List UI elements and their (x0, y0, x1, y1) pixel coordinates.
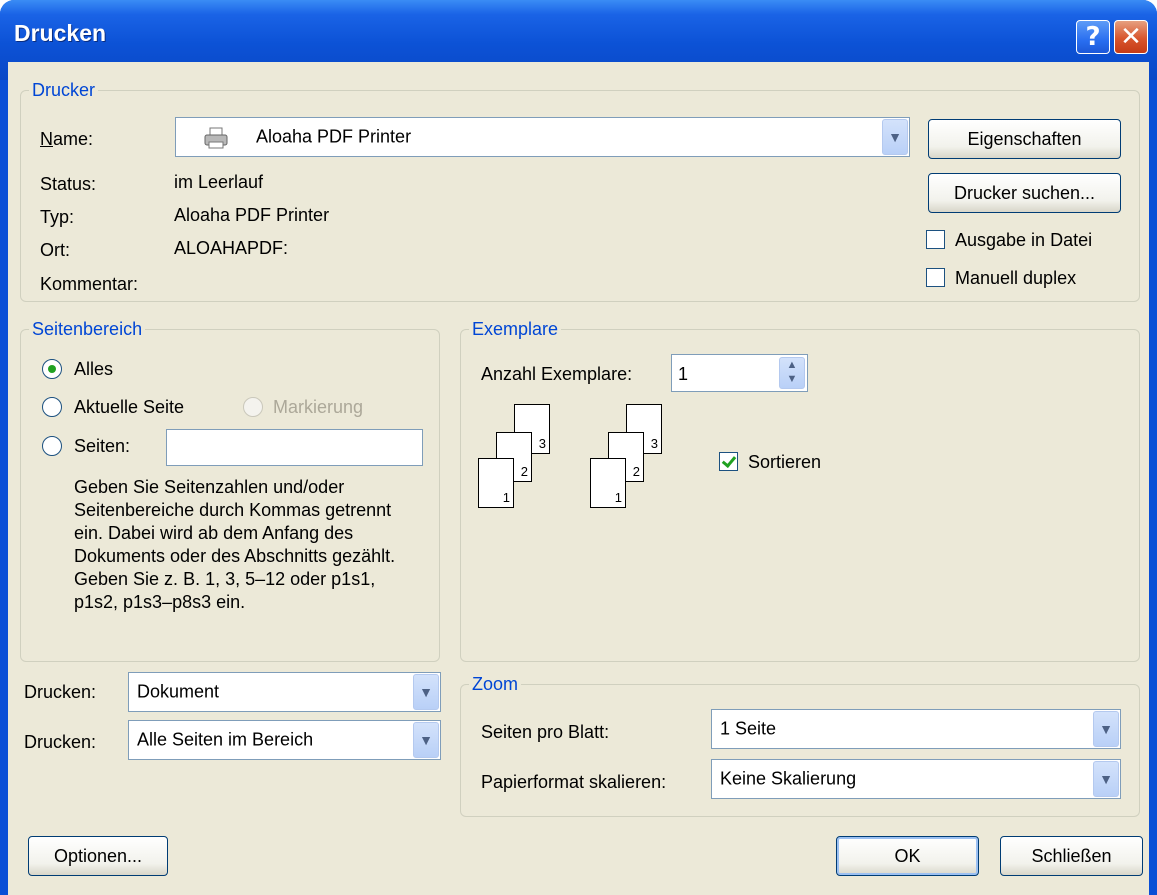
printer-select[interactable]: Aloaha PDF Printer ▼ (175, 117, 910, 157)
page-range-group-title: Seitenbereich (29, 319, 146, 340)
radio-selection[interactable] (243, 397, 263, 417)
chevron-down-icon[interactable]: ▼ (413, 722, 439, 758)
page-number: 2 (520, 464, 528, 479)
page-number: 3 (538, 436, 546, 451)
properties-button-label: Eigenschaften (967, 129, 1082, 149)
page-sheet: 1 (590, 458, 626, 508)
print-what-label: Drucken: (24, 682, 97, 702)
collate-checkbox[interactable] (719, 452, 738, 471)
zoom-group-title: Zoom (469, 674, 522, 695)
close-button-label: Schließen (1031, 846, 1112, 866)
chevron-down-icon[interactable]: ▼ (413, 674, 439, 710)
properties-button[interactable]: Eigenschaften (928, 119, 1121, 159)
printer-name-label: Name: (40, 129, 94, 149)
radio-pages-label[interactable]: Seiten: (74, 436, 130, 457)
manual-duplex-checkbox[interactable] (926, 268, 945, 287)
scale-label: Papierformat skalieren: (481, 772, 667, 792)
print-what-select[interactable]: Dokument ▼ (128, 672, 441, 712)
print-to-file-label[interactable]: Ausgabe in Datei (955, 230, 1092, 251)
printer-name-label-rest: ame: (53, 129, 94, 149)
copies-count-value: 1 (678, 364, 689, 384)
location-value: ALOAHAPDF: (174, 238, 289, 258)
help-button[interactable]: ? (1076, 20, 1110, 54)
scale-select[interactable]: Keine Skalierung ▼ (711, 759, 1121, 799)
chevron-down-icon[interactable]: ▼ (1093, 761, 1119, 797)
comment-label: Kommentar: (40, 274, 139, 294)
radio-selection-label[interactable]: Markierung (273, 397, 363, 418)
dialog-body: Drucker Name: Aloaha PDF Printer ▼ Eigen… (8, 62, 1149, 895)
radio-all[interactable] (42, 359, 62, 379)
status-label: Status: (40, 174, 97, 194)
manual-duplex-label[interactable]: Manuell duplex (955, 268, 1076, 289)
copies-count-label: Anzahl Exemplare: (481, 364, 633, 384)
find-printer-button[interactable]: Drucker suchen... (928, 173, 1121, 213)
type-label: Typ: (40, 207, 75, 227)
status-value: im Leerlauf (174, 172, 264, 192)
printer-icon (204, 127, 228, 149)
collated-pages-illustration: 3 2 1 (478, 404, 558, 514)
ok-button[interactable]: OK (836, 836, 979, 876)
page-number: 1 (614, 490, 622, 505)
close-window-button[interactable]: ✕ (1114, 20, 1148, 54)
radio-current-page-label[interactable]: Aktuelle Seite (74, 397, 184, 418)
ok-button-label: OK (894, 846, 921, 866)
location-label: Ort: (40, 240, 70, 260)
print-what-value: Dokument (137, 681, 220, 702)
chevron-down-icon[interactable]: ▼ (1093, 711, 1119, 747)
pages-per-sheet-value: 1 Seite (720, 718, 777, 739)
spin-up-icon[interactable]: ▲ (780, 358, 804, 372)
collate-label[interactable]: Sortieren (748, 452, 821, 473)
print-pages-label: Drucken: (24, 732, 97, 752)
spin-down-icon[interactable]: ▼ (780, 372, 804, 386)
page-range-help-text: Geben Sie Seitenzahlen und/oder Seitenbe… (74, 477, 396, 612)
copies-spinner[interactable]: ▲ ▼ (779, 357, 805, 389)
scale-value: Keine Skalierung (720, 768, 857, 789)
question-icon: ? (1085, 22, 1101, 52)
find-printer-button-label: Drucker suchen... (953, 183, 1096, 203)
options-button-label: Optionen... (53, 846, 143, 866)
radio-pages[interactable] (42, 436, 62, 456)
page-number: 2 (632, 464, 640, 479)
pages-input[interactable] (166, 429, 423, 466)
print-pages-value: Alle Seiten im Bereich (137, 729, 314, 750)
printer-select-value: Aloaha PDF Printer (256, 126, 412, 147)
pages-per-sheet-select[interactable]: 1 Seite ▼ (711, 709, 1121, 749)
copies-group-title: Exemplare (469, 319, 562, 340)
radio-all-label[interactable]: Alles (74, 359, 113, 380)
print-to-file-checkbox[interactable] (926, 230, 945, 249)
copies-count-input[interactable]: 1 ▲ ▼ (671, 354, 808, 392)
type-value: Aloaha PDF Printer (174, 205, 330, 225)
page-number: 3 (650, 436, 658, 451)
page-number: 1 (502, 490, 510, 505)
printer-group-title: Drucker (29, 80, 99, 101)
close-button[interactable]: Schließen (1000, 836, 1143, 876)
options-button[interactable]: Optionen... (28, 836, 168, 876)
page-sheet: 1 (478, 458, 514, 508)
close-icon: ✕ (1120, 22, 1142, 52)
collated-pages-illustration: 3 2 1 (590, 404, 670, 514)
radio-current-page[interactable] (42, 397, 62, 417)
chevron-down-icon[interactable]: ▼ (882, 119, 908, 155)
print-pages-select[interactable]: Alle Seiten im Bereich ▼ (128, 720, 441, 760)
pages-per-sheet-label: Seiten pro Blatt: (481, 722, 610, 742)
print-dialog: Drucken ? ✕ Drucker Name: Aloaha PDF Pri… (0, 0, 1157, 895)
window-title: Drucken (14, 20, 107, 46)
